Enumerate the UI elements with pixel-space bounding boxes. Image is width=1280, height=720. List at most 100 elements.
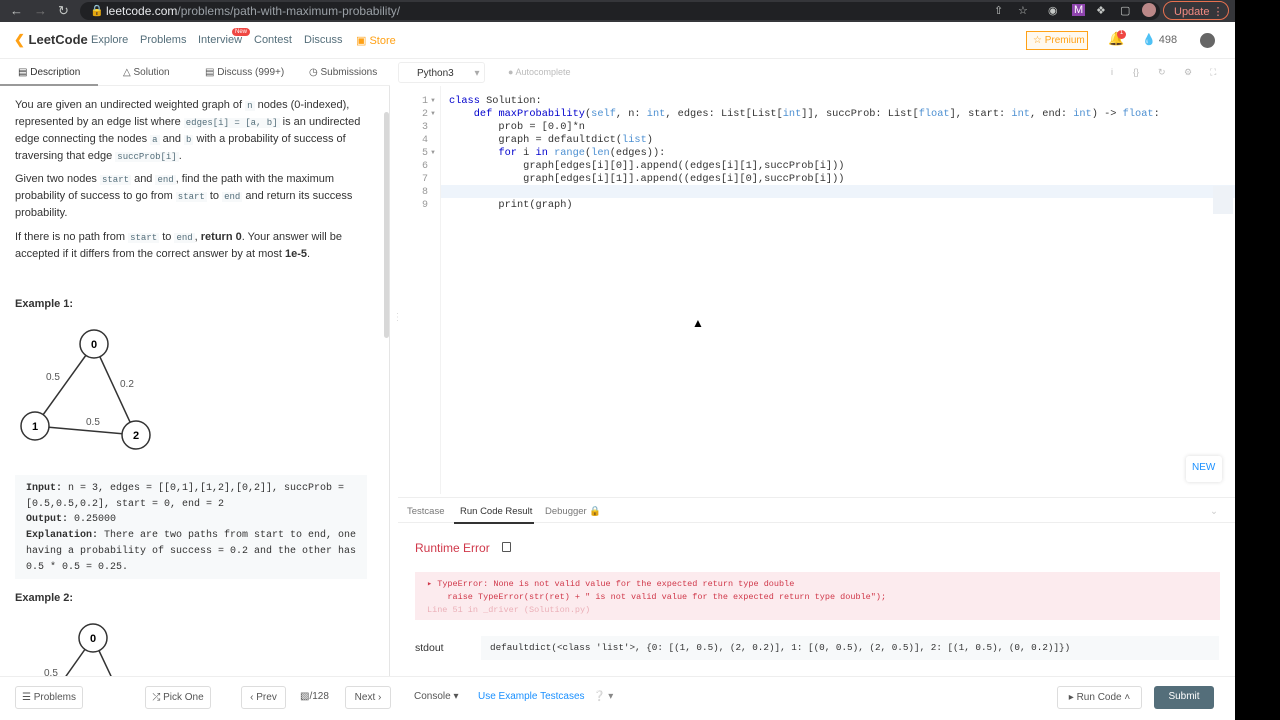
stdout-output: defaultdict(<class 'list'>, {0: [(1, 0.5… [481, 636, 1219, 660]
reload-icon[interactable]: ↻ [58, 3, 69, 19]
fold-arrow-icon[interactable]: ▼ [430, 111, 436, 117]
side-handle[interactable] [1213, 186, 1233, 214]
problems-button[interactable]: ☰ Problems [15, 686, 83, 709]
text: to [206, 190, 223, 202]
help-icon[interactable]: ❔ ▾ [593, 691, 613, 702]
example-1-box: Input: n = 3, edges = [[0,1],[1,2],[0,2]… [15, 475, 367, 579]
leetcode-logo[interactable]: ❮ LeetCode [14, 32, 88, 48]
inline-code: start [100, 175, 132, 185]
stdout-label: stdout [415, 642, 444, 654]
next-button[interactable]: Next › [345, 686, 391, 709]
collapse-chevron-icon[interactable]: ⌄ [1210, 506, 1218, 517]
console-toggle[interactable]: Console ▾ [414, 691, 459, 702]
puzzle-icon[interactable]: ❖ [1096, 4, 1106, 17]
extension-icon[interactable]: ◉ [1048, 4, 1058, 17]
text: and [159, 133, 185, 145]
nav-explore[interactable]: Explore [91, 34, 128, 46]
line-number: 2 [421, 109, 428, 120]
page-count: /128 [309, 691, 329, 702]
line-number: 7 [421, 174, 428, 185]
logo-text: LeetCode [28, 32, 88, 47]
logo-icon: ❮ [14, 32, 25, 47]
tab-testcase[interactable]: Testcase [407, 506, 445, 517]
inline-code: start [128, 233, 160, 243]
code-line-2: def maxProbability(self, n: int, edges: … [473, 108, 1160, 120]
autocomplete-toggle[interactable]: ● Autocomplete [508, 67, 571, 77]
nav-contest[interactable]: Contest [254, 34, 292, 46]
page-indicator[interactable]: ▧/128 [300, 691, 329, 702]
fold-arrow-icon[interactable]: ▼ [430, 150, 436, 156]
pick-one-button[interactable]: ⤮ Pick One [145, 686, 211, 709]
text: Given two nodes [15, 173, 100, 185]
nav-discuss[interactable]: Discuss [304, 34, 343, 46]
prev-button[interactable]: ‹ Prev [241, 686, 286, 709]
tab-solution-label: Solution [133, 67, 170, 78]
url-text[interactable]: leetcode.com/problems/path-with-maximum-… [106, 4, 400, 18]
update-button[interactable]: Update ⋮ [1163, 1, 1229, 20]
info-icon[interactable]: i [1111, 67, 1113, 77]
tab-discuss[interactable]: ▤ Discuss (999+) [205, 67, 284, 78]
settings-icon[interactable]: ⚙ [1184, 67, 1192, 78]
text: . [307, 248, 311, 260]
tab-debugger[interactable]: Debugger 🔒 [545, 506, 601, 517]
back-icon[interactable]: ← [10, 3, 23, 18]
copy-icon[interactable] [502, 542, 511, 552]
expand-arrow-icon[interactable]: ▸ [427, 579, 432, 589]
coins-value: 498 [1158, 34, 1178, 46]
active-result-tab-indicator [454, 522, 534, 524]
graph-edge-label: 0.2 [120, 379, 134, 390]
extension-m-icon[interactable]: M [1072, 4, 1086, 16]
braces-icon[interactable]: {} [1133, 67, 1139, 77]
graph-edge-label: 0.5 [86, 417, 100, 428]
bookmark-star-icon[interactable]: ☆ [1018, 4, 1028, 17]
profile-avatar[interactable] [1142, 3, 1156, 17]
fullscreen-icon[interactable]: ⛶ [1210, 67, 1216, 78]
premium-button[interactable]: ☆ Premium [1026, 31, 1088, 50]
output-value: 0.25000 [68, 514, 117, 526]
paragraph-1: You are given an undirected weighted gra… [15, 97, 367, 165]
editor-toolbar: Python3 ▾ ● Autocomplete i {} ↻ ⚙ ⛶ [398, 60, 1235, 86]
code-editor[interactable]: 1 2 3 4 5 6 7 8 9 ▼ ▼ ▼ class Solution: … [398, 86, 1235, 494]
flame-icon: 💧 [1142, 34, 1156, 46]
example-1-title: Example 1: [15, 298, 74, 310]
error-line-1[interactable]: ▸ TypeError: None is not valid value for… [427, 578, 1208, 591]
inline-code: end [174, 233, 195, 243]
graph-node-label: 0 [91, 339, 97, 351]
submit-button[interactable]: Submit [1154, 686, 1214, 709]
sidepanel-icon[interactable]: ▢ [1120, 4, 1130, 17]
user-avatar[interactable] [1200, 33, 1215, 48]
tab-debugger-label: Debugger [545, 506, 587, 517]
forward-icon[interactable]: → [34, 3, 47, 18]
tab-description[interactable]: ▤ Description [18, 67, 80, 78]
coins-counter[interactable]: 💧 498 [1142, 33, 1177, 46]
line-number: 3 [421, 122, 428, 133]
text: and [131, 173, 156, 185]
line-number: 1 [421, 96, 428, 107]
tab-run-code-result[interactable]: Run Code Result [460, 506, 532, 517]
paragraph-3: If there is no path from start to end, r… [15, 229, 367, 262]
share-icon[interactable]: ⇧ [994, 4, 1003, 17]
nav-store[interactable]: ▣ Store [356, 34, 396, 47]
graph-node-label: 2 [133, 430, 139, 442]
description-icon: ▤ [18, 67, 28, 78]
run-code-button[interactable]: ▸ Run Code ˄ [1057, 686, 1142, 709]
tab-solution[interactable]: △ Solution [123, 67, 170, 78]
language-select[interactable]: Python3 ▾ [398, 62, 485, 83]
tab-submissions[interactable]: ◷ Submissions [309, 67, 377, 78]
code-line-9: print(graph) [449, 199, 573, 211]
flask-icon: △ [123, 67, 131, 78]
use-example-testcases-link[interactable]: Use Example Testcases [478, 691, 585, 702]
nav-problems[interactable]: Problems [140, 34, 186, 46]
reset-icon[interactable]: ↻ [1158, 67, 1166, 78]
example-1-graph: 0 1 2 0.5 0.2 0.5 [20, 329, 151, 450]
description-scrollbar[interactable] [384, 112, 389, 338]
new-feature-button[interactable]: NEW [1186, 456, 1222, 482]
example-2-graph: 0 0.5 [44, 623, 112, 676]
fold-arrow-icon[interactable]: ▼ [430, 98, 436, 104]
site-navbar: ❮ LeetCode Explore Problems Interview Ne… [0, 22, 1235, 59]
text: You are given an undirected weighted gra… [15, 99, 246, 111]
notification-count: 1 [1117, 30, 1126, 39]
pane-splitter-handle[interactable]: ⋮ [393, 312, 403, 352]
language-label: Python3 [417, 68, 454, 79]
explanation-text-cont: having a probability of success = 0.2 an… [26, 545, 357, 557]
